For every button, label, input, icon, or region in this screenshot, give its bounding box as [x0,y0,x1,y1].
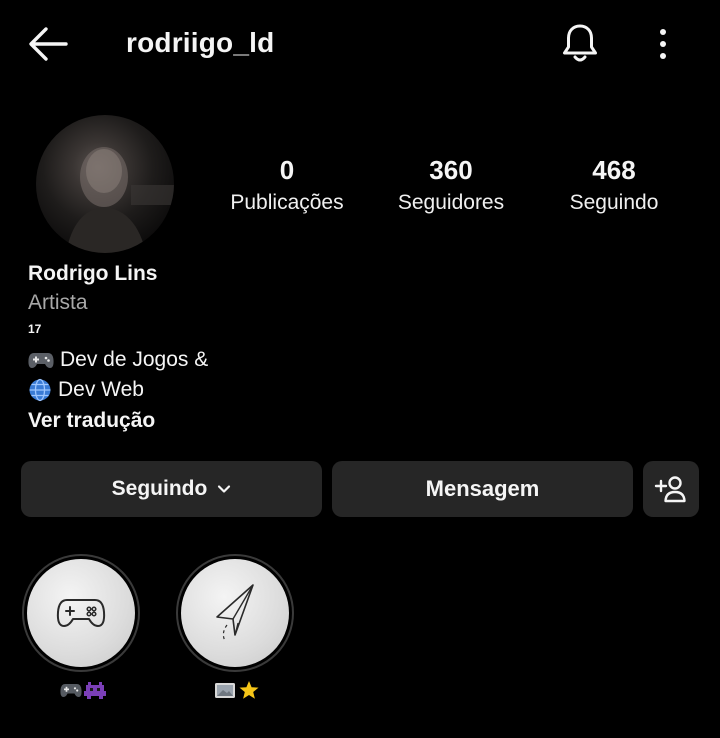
highlight-ring [22,554,140,672]
bio-line: Dev de Jogos & [28,348,208,372]
more-options-button[interactable] [648,22,678,66]
bio-line: Dev Web [28,378,144,402]
message-button-label: Mensagem [425,476,540,501]
paper-plane-icon [216,584,254,642]
message-button[interactable]: Mensagem [332,461,633,517]
gamepad-icon [56,599,106,627]
back-button[interactable] [22,22,72,66]
story-highlight[interactable] [176,554,298,706]
profile-avatar[interactable] [36,115,174,253]
arrow-left-icon [29,27,68,61]
profile-age: 17 [28,322,42,336]
globe-emoji-icon [29,378,51,402]
story-highlight[interactable] [22,554,144,706]
bio-text-1: Dev de Jogos & [60,348,209,371]
bell-icon [563,24,597,62]
profile-category: Artista [28,291,88,314]
highlight-caption [22,680,144,706]
see-translation-link[interactable]: Ver tradução [28,409,155,433]
following-button[interactable]: Seguindo [21,461,322,517]
star-emoji-icon [239,681,259,699]
more-vertical-icon [660,29,666,59]
gamepad-emoji-icon [60,684,82,697]
gamepad-emoji-icon [28,353,54,368]
chevron-down-icon [218,485,231,493]
highlight-cover [181,559,289,667]
alien-monster-emoji-icon [84,682,106,699]
following-count: 468 [592,155,636,185]
followers-count: 360 [429,155,473,185]
picture-emoji-icon [215,683,235,698]
stat-following[interactable]: 468 Seguindo [529,154,699,217]
following-button-label: Seguindo [111,477,208,500]
following-label: Seguindo [569,191,659,214]
profile-username: rodriigo_ld [126,27,275,58]
posts-count: 0 [279,155,295,185]
add-user-icon [654,476,686,503]
highlight-caption [176,680,298,706]
followers-label: Seguidores [397,191,505,214]
posts-label: Publicações [230,191,344,214]
avatar-photo [66,147,174,253]
suggest-users-button[interactable] [643,461,699,517]
highlight-cover [27,559,135,667]
bio-text-2: Dev Web [58,378,144,401]
stat-followers[interactable]: 360 Seguidores [366,154,536,217]
highlight-ring [176,554,294,672]
notifications-button[interactable] [556,20,604,68]
profile-full-name: Rodrigo Lins [28,262,158,285]
stat-posts[interactable]: 0 Publicações [202,154,372,217]
